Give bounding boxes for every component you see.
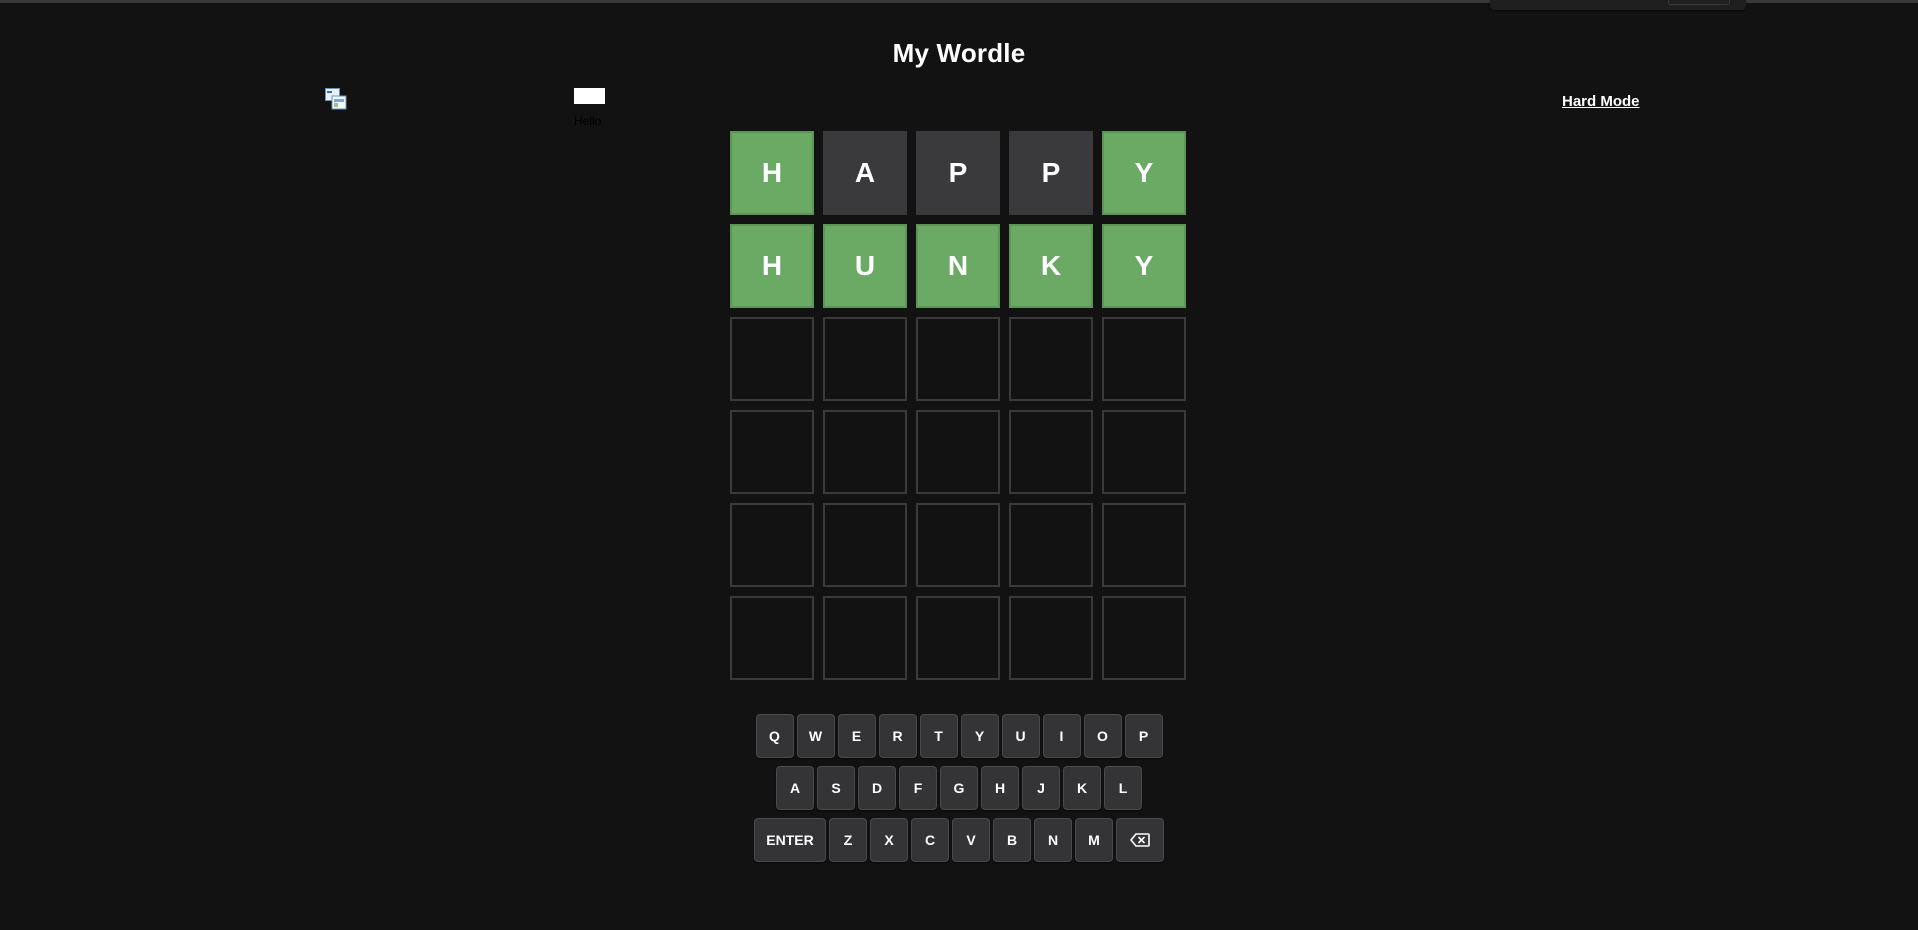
key-i[interactable]: I (1042, 714, 1081, 758)
key-p[interactable]: P (1124, 714, 1163, 758)
board-tile: K (1009, 224, 1093, 308)
key-s[interactable]: S (817, 766, 855, 810)
board-tile (1102, 317, 1186, 401)
board-tile (1009, 596, 1093, 680)
board-tile (1102, 503, 1186, 587)
key-e[interactable]: E (837, 714, 876, 758)
page: My Wordle Hello Hard Mode HAPPYHUNKY QWE… (0, 0, 1918, 930)
board-tile (823, 317, 907, 401)
board-tile: Y (1102, 131, 1186, 215)
key-f[interactable]: F (899, 766, 937, 810)
board-tile: H (730, 131, 814, 215)
board-tile (823, 410, 907, 494)
page-title: My Wordle (892, 38, 1026, 68)
keyboard-row: QWERTYUIOP (0, 714, 1918, 758)
key-x[interactable]: X (870, 818, 908, 862)
board-tile (916, 410, 1000, 494)
board-tile: Y (1102, 224, 1186, 308)
board-tile (823, 596, 907, 680)
key-o[interactable]: O (1083, 714, 1122, 758)
popup-button-edge (1668, 0, 1730, 5)
key-n[interactable]: N (1034, 818, 1072, 862)
on-screen-keyboard: Q W E R T Y U I O P A S D F G H J K L ENTER Z X C V B N M (0, 714, 1918, 870)
popup-edge (1490, 0, 1746, 10)
key-r[interactable]: R (878, 714, 917, 758)
game-board: HAPPYHUNKY (730, 131, 1186, 680)
board-tile (823, 503, 907, 587)
key-g[interactable]: G (940, 766, 978, 810)
key-q[interactable]: Q (755, 714, 794, 758)
blank-image-box (574, 88, 605, 104)
key-a[interactable]: A (776, 766, 814, 810)
board-tile: P (1009, 131, 1093, 215)
key-y[interactable]: Y (960, 714, 999, 758)
board-tile: P (916, 131, 1000, 215)
key-v[interactable]: V (952, 818, 990, 862)
key-b[interactable]: B (993, 818, 1031, 862)
board-tile (730, 596, 814, 680)
key-k[interactable]: K (1063, 766, 1101, 810)
key-z[interactable]: Z (829, 818, 867, 862)
key-m[interactable]: M (1075, 818, 1113, 862)
keyboard-row: ASDFGHJKL (0, 766, 1918, 810)
key-c[interactable]: C (911, 818, 949, 862)
key-d[interactable]: D (858, 766, 896, 810)
board-tile (730, 410, 814, 494)
board-tile (730, 317, 814, 401)
board-tile: H (730, 224, 814, 308)
board-tile (1102, 596, 1186, 680)
backspace-key[interactable] (1116, 818, 1164, 862)
board-tile: A (823, 131, 907, 215)
key-h[interactable]: H (981, 766, 1019, 810)
board-tile (730, 503, 814, 587)
board-tile (916, 317, 1000, 401)
board-tile (1009, 410, 1093, 494)
keyboard-row: ENTER Z X C V B N M (0, 818, 1918, 862)
key-w[interactable]: W (796, 714, 835, 758)
key-enter[interactable]: ENTER (754, 818, 826, 862)
board-tile: U (823, 224, 907, 308)
board-tile (1009, 317, 1093, 401)
hard-mode-link[interactable]: Hard Mode (1562, 93, 1640, 110)
broken-image-icon (325, 88, 347, 110)
hello-label: Hello (574, 114, 602, 128)
key-u[interactable]: U (1001, 714, 1040, 758)
board-tile: N (916, 224, 1000, 308)
board-tile (916, 503, 1000, 587)
key-l[interactable]: L (1104, 766, 1142, 810)
board-tile (916, 596, 1000, 680)
backspace-icon (1130, 833, 1150, 847)
board-tile (1009, 503, 1093, 587)
key-t[interactable]: T (919, 714, 958, 758)
key-j[interactable]: J (1022, 766, 1060, 810)
board-tile (1102, 410, 1186, 494)
